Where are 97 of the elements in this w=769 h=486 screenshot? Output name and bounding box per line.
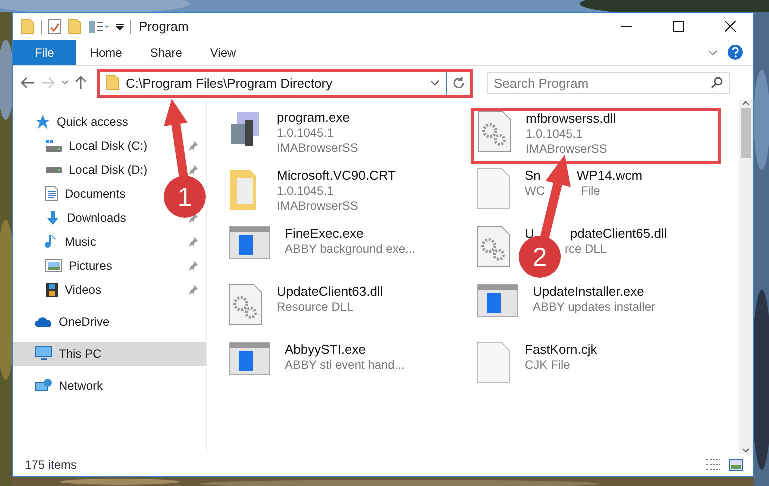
- cloud-icon: [35, 316, 53, 328]
- sidebar-item[interactable]: Music: [45, 230, 198, 254]
- item-count: 175 items: [25, 458, 78, 472]
- file-name: Microsoft.VC90.CRT: [277, 168, 396, 183]
- close-icon: [724, 21, 736, 32]
- forward-arrow-icon: [41, 77, 55, 89]
- large-icons-view-icon[interactable]: [729, 459, 743, 471]
- window-icon: [229, 342, 271, 376]
- file-detail: File: [581, 184, 600, 198]
- download-arrow-icon: [45, 210, 61, 226]
- sidebar-item[interactable]: Network: [35, 374, 104, 398]
- scroll-up-icon[interactable]: [742, 100, 750, 106]
- file-name: UpdateClient63.dll: [277, 284, 384, 299]
- sidebar-item[interactable]: Pictures: [45, 254, 198, 278]
- ribbon-tab[interactable]: Home: [76, 40, 136, 65]
- search-field[interactable]: Search Program: [487, 72, 730, 94]
- monitor-icon: [35, 346, 53, 362]
- sidebar-item[interactable]: This PC: [13, 342, 206, 366]
- file-name: AbbyySTI.exe: [285, 342, 366, 357]
- properties-icon[interactable]: [48, 18, 62, 34]
- recent-locations-button[interactable]: [61, 80, 69, 86]
- back-arrow-icon: [21, 77, 35, 89]
- file-detail: 1.0.1045.1: [277, 184, 334, 198]
- drive-icon: [45, 139, 63, 153]
- gear-file-icon: [477, 226, 511, 268]
- pin-icon: [188, 141, 198, 151]
- file-detail: WC: [525, 184, 545, 198]
- refresh-icon: [452, 77, 464, 89]
- file-detail: ABBY updates installer: [533, 300, 656, 314]
- step-badge: 1: [164, 176, 206, 218]
- new-folder-icon: [68, 18, 82, 34]
- expand-ribbon-icon[interactable]: [708, 50, 718, 56]
- ribbon-tab[interactable]: Share: [136, 40, 196, 65]
- document-icon: [45, 186, 59, 202]
- gear-file-icon: [229, 284, 263, 326]
- file-detail: 1.0.1045.1: [277, 126, 334, 140]
- file-name: mfbrowserss.dll: [526, 111, 616, 126]
- file-detail: 1.0.1045.1: [526, 127, 583, 141]
- pin-icon: [188, 285, 198, 295]
- scrollbar[interactable]: [739, 100, 753, 454]
- file-detail: CJK File: [525, 358, 570, 372]
- minimize-icon: [620, 26, 632, 28]
- scrollbar-thumb[interactable]: [741, 108, 751, 158]
- star-icon: [35, 114, 51, 130]
- window-icon: [477, 284, 519, 318]
- file-name: UpdateInstaller.exe: [533, 284, 644, 299]
- file-detail: IMABrowserSS: [277, 141, 358, 155]
- file-name: Sn: [525, 168, 541, 183]
- pin-icon: [188, 213, 198, 223]
- folder-icon: [21, 18, 35, 34]
- file-menu-button[interactable]: File: [13, 40, 76, 65]
- file-detail: Resource DLL: [277, 300, 354, 314]
- folder-icon: [106, 75, 120, 91]
- window-icon: [229, 226, 271, 260]
- pin-icon: [188, 261, 198, 271]
- sidebar-item[interactable]: OneDrive: [35, 310, 110, 334]
- file-detail: IMABrowserSS: [526, 142, 608, 156]
- file-detail: rce DLL: [565, 242, 608, 256]
- back-button[interactable]: [21, 77, 35, 89]
- scroll-down-icon[interactable]: [742, 448, 750, 454]
- dropdown-icon[interactable]: [430, 80, 440, 86]
- sidebar-item[interactable]: Quick access: [35, 110, 128, 134]
- details-view-icon[interactable]: [705, 459, 721, 471]
- network-icon: [35, 378, 53, 394]
- address-bar[interactable]: C:\Program Files\Program Directory: [97, 68, 473, 98]
- pin-icon: [188, 165, 198, 175]
- search-icon: [711, 77, 723, 89]
- file-name: program.exe: [277, 110, 350, 125]
- file-name: pdateClient65.dll: [570, 226, 668, 241]
- help-icon[interactable]: [728, 45, 743, 60]
- picture-icon: [45, 259, 63, 273]
- file-item[interactable]: mfbrowserss.dll 1.0.1045.1 IMABrowserSS: [471, 108, 721, 164]
- dropdown-icon[interactable]: [116, 22, 124, 32]
- gear-file-icon: [478, 111, 512, 153]
- sidebar-item[interactable]: Local Disk (C:): [45, 134, 198, 158]
- sidebar-item[interactable]: Videos: [45, 278, 198, 302]
- pin-icon: [188, 237, 198, 247]
- file-icon: [477, 168, 511, 210]
- file-detail: ABBY sti event hand...: [285, 358, 405, 372]
- file-icon: [477, 342, 511, 384]
- file-name: FastKorn.cjk: [525, 342, 598, 357]
- file-detail: IMABrowserSS: [277, 199, 358, 213]
- drive-icon: [45, 166, 63, 174]
- maximize-icon: [672, 21, 684, 32]
- up-arrow-icon: [75, 76, 87, 90]
- chevron-down-icon: [61, 80, 69, 86]
- sidebar-item[interactable]: Documents: [45, 182, 126, 206]
- window-title: Program: [139, 19, 190, 34]
- layout-icon[interactable]: [88, 20, 110, 34]
- film-icon: [45, 282, 59, 298]
- ribbon-tab[interactable]: View: [196, 40, 250, 65]
- address-path: C:\Program Files\Program Directory: [126, 76, 334, 90]
- file-name: WP14.wcm: [576, 168, 643, 183]
- file-name: FineExec.exe: [285, 226, 364, 241]
- up-button[interactable]: [75, 76, 87, 90]
- music-note-icon: [45, 234, 59, 250]
- file-detail: ABBY background exe...: [285, 242, 416, 256]
